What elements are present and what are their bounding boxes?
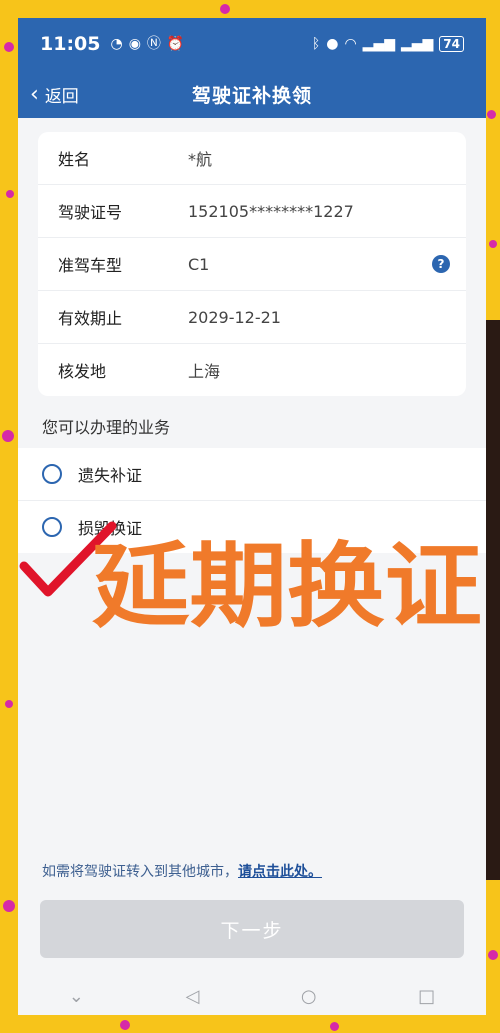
back-triangle-icon[interactable]: ◁ xyxy=(185,986,199,1007)
decor-dot xyxy=(3,900,15,912)
service-label: 损毁换证 xyxy=(78,519,143,538)
nfc-icon: Ⓝ xyxy=(146,36,161,52)
radio-button[interactable] xyxy=(42,517,62,537)
decor-dot xyxy=(488,950,498,960)
eye-icon: ◉ xyxy=(128,36,141,52)
back-label: 返回 xyxy=(44,86,79,107)
next-step-button[interactable]: 下一步 xyxy=(40,900,464,958)
recents-square-icon[interactable]: □ xyxy=(418,986,435,1007)
info-label: 有效期止 xyxy=(58,309,123,328)
decor-dot xyxy=(220,4,230,14)
signal-icon: ▂▄▆ xyxy=(400,36,434,52)
wifi-icon: ◠ xyxy=(344,36,357,52)
transfer-link[interactable]: 请点击此处。 xyxy=(238,864,322,880)
status-time: 11:05 xyxy=(40,33,101,55)
chevron-left-icon: ‹ xyxy=(30,81,39,107)
signal-icon: ▂▄▆ xyxy=(362,36,395,52)
alarm-icon: ⏰ xyxy=(166,36,185,52)
decor-dot xyxy=(330,1022,339,1031)
license-info-card: 姓名 *航 驾驶证号 152105********1227 准驾车型 C1 ? … xyxy=(38,132,466,396)
help-icon[interactable]: ? xyxy=(432,255,450,273)
page-title: 驾驶证补换领 xyxy=(191,84,312,107)
decor-dot xyxy=(2,430,14,442)
info-label: 姓名 xyxy=(58,150,91,169)
decor-dot xyxy=(120,1020,130,1030)
decor-dot xyxy=(6,190,14,198)
home-circle-icon[interactable]: ○ xyxy=(301,986,317,1007)
service-label: 遗失补证 xyxy=(78,466,143,485)
background-edge xyxy=(486,320,500,880)
nav-bar: ‹ 返回 驾驶证补换领 xyxy=(18,70,486,118)
radio-button[interactable] xyxy=(42,464,62,484)
info-value: *航 xyxy=(188,150,213,169)
location-icon: ● xyxy=(326,36,339,52)
info-value: 2029-12-21 xyxy=(188,307,281,327)
info-label: 核发地 xyxy=(58,362,107,381)
service-option-lost[interactable]: 遗失补证 xyxy=(18,448,486,501)
info-label: 驾驶证号 xyxy=(58,203,123,222)
chevron-down-icon[interactable]: ⌄ xyxy=(69,986,84,1007)
back-button[interactable]: ‹ 返回 xyxy=(30,70,79,118)
info-row-vehicle-class: 准驾车型 C1 ? xyxy=(38,238,466,291)
info-value: 152105********1227 xyxy=(188,201,354,221)
transfer-note: 如需将驾驶证转入到其他城市，请点击此处。 xyxy=(42,861,322,881)
services-list: 遗失补证 损毁换证 xyxy=(18,448,486,553)
info-row-issuing-place: 核发地 上海 xyxy=(38,344,466,396)
info-value: C1 xyxy=(188,254,210,274)
decor-dot xyxy=(489,240,497,248)
service-option-damaged[interactable]: 损毁换证 xyxy=(18,501,486,553)
services-title: 您可以办理的业务 xyxy=(42,418,171,437)
battery-indicator: 74 xyxy=(439,36,464,52)
speed-icon: ◔ xyxy=(110,36,123,52)
info-row-name: 姓名 *航 xyxy=(38,132,466,185)
transfer-text: 如需将驾驶证转入到其他城市， xyxy=(42,864,238,880)
info-label: 准驾车型 xyxy=(58,256,123,275)
status-bar: 11:05 ◔ ◉ Ⓝ ⏰ ᛒ ● ◠ ▂▄▆ ▂▄▆ 74 xyxy=(18,18,486,70)
decor-dot xyxy=(487,110,496,119)
info-row-expiry: 有效期止 2029-12-21 xyxy=(38,291,466,344)
info-row-license-number: 驾驶证号 152105********1227 xyxy=(38,185,466,238)
decor-dot xyxy=(5,700,13,708)
bluetooth-icon: ᛒ xyxy=(311,36,321,52)
phone-screen: 11:05 ◔ ◉ Ⓝ ⏰ ᛒ ● ◠ ▂▄▆ ▂▄▆ 74 ‹ 返回 驾驶证补… xyxy=(18,18,486,1015)
decor-dot xyxy=(4,42,14,52)
info-value: 上海 xyxy=(188,362,221,381)
system-nav-bar: ⌄ ◁ ○ □ xyxy=(18,978,486,1015)
